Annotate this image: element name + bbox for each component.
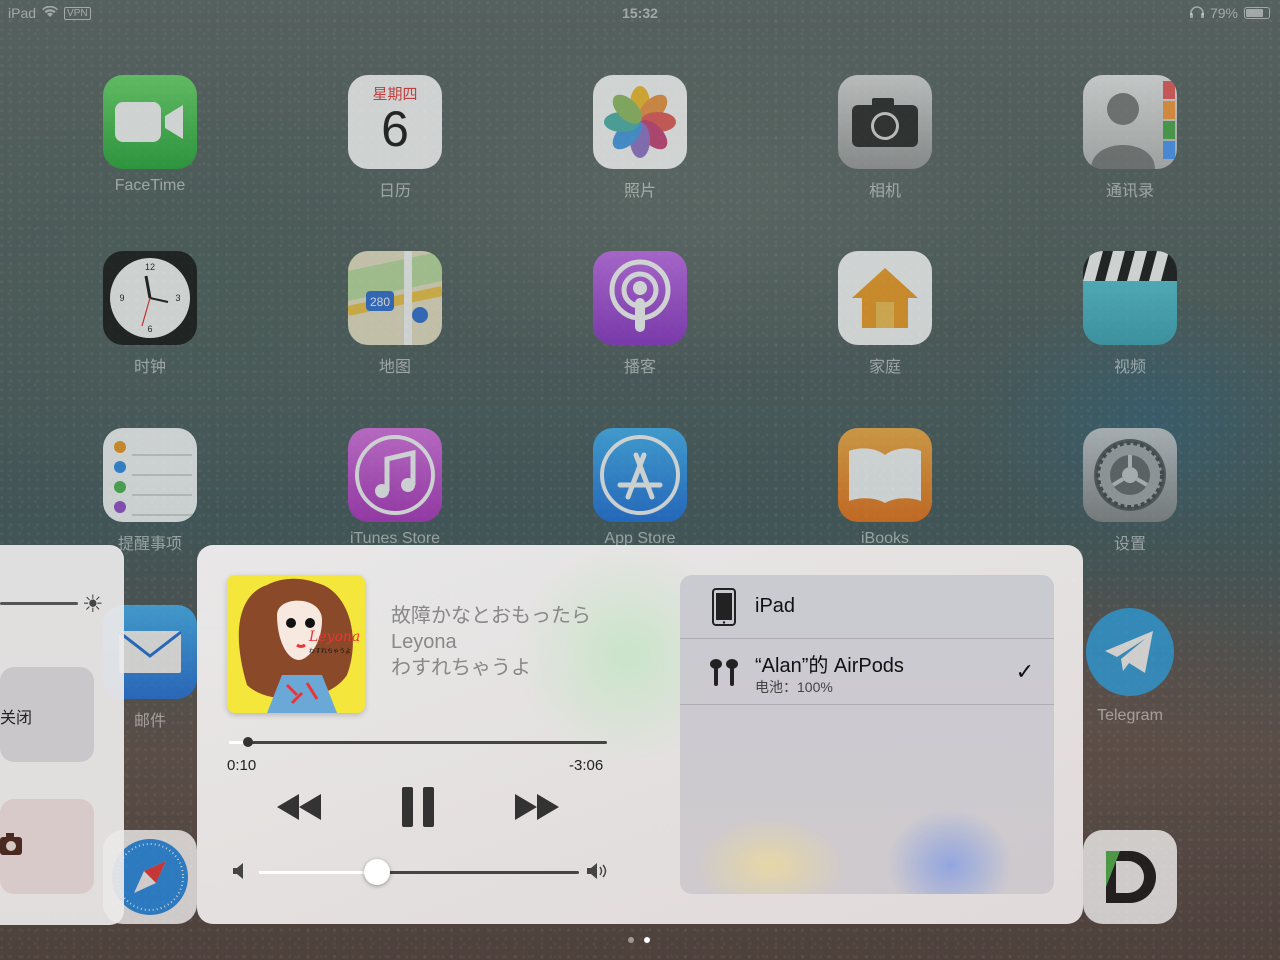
- device-battery: 电池：100%: [755, 679, 833, 695]
- app-maps[interactable]: 280 地图: [325, 251, 465, 377]
- fast-forward-icon: [515, 794, 559, 820]
- track-artist: Leyona: [391, 631, 457, 653]
- camera-shortcut-button[interactable]: [0, 799, 94, 894]
- album-art[interactable]: Leyona わすれちゃうよ: [227, 575, 365, 713]
- device-name: iPad: [755, 595, 796, 617]
- fast-forward-button[interactable]: [507, 785, 567, 829]
- playback-scrubber[interactable]: [229, 737, 607, 747]
- app-calendar[interactable]: 星期四 6 日历: [325, 75, 465, 201]
- airpods-icon: [708, 657, 740, 692]
- audio-device-ipad[interactable]: iPad: [680, 575, 1054, 639]
- album-art-album-text: わすれちゃうよ: [309, 648, 351, 655]
- audio-output-list: iPad “Alan”的 AirPods 电池：100% ✓: [680, 575, 1054, 894]
- app-videos[interactable]: 视频: [1060, 251, 1200, 377]
- app-ibooks[interactable]: iBooks: [815, 428, 955, 548]
- app-contacts[interactable]: 通讯录: [1060, 75, 1200, 201]
- clock-icon: 12 3 6 9: [103, 251, 197, 345]
- time-elapsed: 0:10: [227, 757, 257, 774]
- toggle-button[interactable]: 关闭: [0, 667, 94, 762]
- rewind-icon: [277, 794, 321, 820]
- camera-icon: [0, 833, 22, 862]
- volume-knob[interactable]: [364, 859, 391, 885]
- svg-text:3: 3: [175, 293, 180, 303]
- app-label: 相机: [868, 183, 901, 200]
- app-label: 照片: [623, 183, 656, 200]
- maps-icon: 280: [348, 251, 442, 345]
- app-camera[interactable]: 相机: [815, 75, 955, 201]
- app-home[interactable]: 家庭: [815, 251, 955, 377]
- app-label: 通讯录: [1105, 183, 1154, 200]
- camera-icon: [838, 75, 932, 169]
- settings-icon: [1083, 428, 1177, 522]
- app-app-store[interactable]: App Store: [570, 428, 710, 548]
- app-label: 地图: [378, 359, 411, 376]
- videos-icon: [1083, 251, 1177, 345]
- calendar-day: 6: [381, 101, 409, 157]
- brightness-slider[interactable]: [0, 602, 78, 605]
- app-label: 播客: [623, 359, 656, 376]
- app-label: 设置: [1113, 536, 1146, 553]
- device-name: “Alan”的 AirPods: [755, 655, 904, 677]
- app-photos[interactable]: 照片: [570, 75, 710, 201]
- audio-device-airpods[interactable]: “Alan”的 AirPods 电池：100% ✓: [680, 639, 1054, 705]
- toggle-label: 关闭: [0, 710, 33, 727]
- app-facetime[interactable]: FaceTime: [80, 75, 220, 195]
- volume-low-icon: [233, 863, 245, 884]
- time-remaining: -3:06: [569, 757, 604, 774]
- volume-fill: [259, 871, 378, 874]
- page-dot: [628, 937, 634, 943]
- facetime-icon: [103, 75, 197, 169]
- rewind-button[interactable]: [269, 785, 329, 829]
- telegram-icon: [1083, 605, 1177, 699]
- track-album: わすれちゃうよ: [391, 657, 531, 679]
- app-settings[interactable]: 设置: [1060, 428, 1200, 554]
- page-indicator[interactable]: [628, 937, 650, 943]
- volume-slider[interactable]: [259, 859, 579, 885]
- checkmark-icon: ✓: [1015, 659, 1034, 684]
- app-label: 时钟: [133, 359, 166, 376]
- volume-high-icon: [587, 863, 611, 884]
- battery-percent: 79%: [1209, 5, 1238, 21]
- calendar-icon: 星期四 6: [348, 75, 442, 169]
- itunes-icon: [348, 428, 442, 522]
- album-art-artist-text: Leyona: [308, 629, 360, 645]
- ipad-icon: [712, 588, 736, 631]
- svg-text:9: 9: [119, 293, 124, 303]
- reminders-icon: [103, 428, 197, 522]
- control-center-music-panel: Leyona わすれちゃうよ 故障かなとおもったら Leyona わすれちゃうよ…: [197, 545, 1083, 924]
- appstore-icon: [593, 428, 687, 522]
- headphones-icon: [1189, 5, 1204, 21]
- battery-icon: [1244, 7, 1270, 19]
- app-label: 视频: [1113, 359, 1146, 376]
- home-icon: [838, 251, 932, 345]
- dayone-icon: [1083, 830, 1177, 924]
- contacts-icon: [1083, 75, 1177, 169]
- track-title: 故障かなとおもったら: [391, 605, 591, 627]
- status-bar: iPad VPN 15:32 79%: [0, 0, 1280, 26]
- brightness-icon: ☀: [82, 591, 104, 618]
- track-info: 故障かなとおもったら Leyona わすれちゃうよ: [391, 603, 591, 681]
- app-itunes-store[interactable]: iTunes Store: [325, 428, 465, 548]
- maps-road-number: 280: [370, 295, 390, 309]
- playback-scrubber-knob[interactable]: [242, 737, 253, 747]
- app-clock[interactable]: 12 3 6 9 时钟: [80, 251, 220, 377]
- page-dot-current: [644, 937, 650, 943]
- app-label: 日历: [378, 183, 411, 200]
- svg-text:6: 6: [147, 324, 152, 334]
- svg-text:12: 12: [145, 262, 155, 272]
- app-label: FaceTime: [114, 177, 186, 194]
- app-label: 家庭: [868, 359, 901, 376]
- podcasts-icon: [593, 251, 687, 345]
- photos-icon: [593, 75, 687, 169]
- app-reminders[interactable]: 提醒事项: [80, 428, 220, 554]
- clock-time: 15:32: [622, 5, 658, 21]
- app-podcasts[interactable]: 播客: [570, 251, 710, 377]
- pause-button[interactable]: [388, 785, 448, 829]
- control-center-left-panel: ☀ 关闭: [0, 545, 124, 925]
- pause-icon: [402, 787, 434, 827]
- ibooks-icon: [838, 428, 932, 522]
